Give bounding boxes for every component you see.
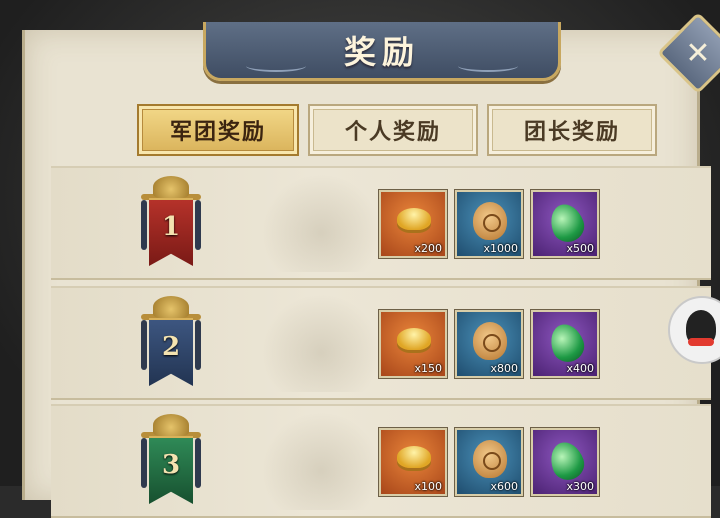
item-count: x400 xyxy=(566,362,594,375)
tab-leader-rewards[interactable]: 团长奖励 xyxy=(487,104,657,156)
tab-legion-rewards[interactable]: 军团奖励 xyxy=(137,104,299,156)
reward-item-gold-ingot[interactable]: x200 xyxy=(379,190,447,258)
banner-tassel xyxy=(141,200,147,250)
rank-banner: 3 xyxy=(139,414,203,510)
coin-bag-icon xyxy=(473,202,507,240)
close-icon: ✕ xyxy=(685,35,711,71)
rank-banner: 1 xyxy=(139,176,203,272)
banner-tassel xyxy=(195,438,201,488)
dragon-crest-icon xyxy=(153,176,189,198)
banner-tassel xyxy=(141,438,147,488)
gold-ingot-icon xyxy=(397,328,431,350)
gold-ingot-icon xyxy=(397,208,431,230)
item-count: x100 xyxy=(414,480,442,493)
rank-number: 3 xyxy=(161,450,181,480)
reward-item-green-gem[interactable]: x500 xyxy=(531,190,599,258)
reward-item-gold-ingot[interactable]: x150 xyxy=(379,310,447,378)
rank-number: 2 xyxy=(161,332,181,362)
rank-number: 1 xyxy=(161,212,181,242)
item-count: x800 xyxy=(490,362,518,375)
reward-panel: 奖励 ✕ 军团奖励 个人奖励 团长奖励 1 x200 x1000 x500 2 … xyxy=(22,11,720,518)
coin-bag-icon xyxy=(473,440,507,478)
item-count: x300 xyxy=(566,480,594,493)
reward-item-green-gem[interactable]: x400 xyxy=(531,310,599,378)
title-ornament-left xyxy=(246,60,306,72)
reward-items: x200 x1000 x500 xyxy=(379,190,599,258)
tab-personal-rewards[interactable]: 个人奖励 xyxy=(308,104,478,156)
banner-tassel xyxy=(195,200,201,250)
item-count: x500 xyxy=(566,242,594,255)
green-gem-icon xyxy=(545,319,589,367)
rank-banner: 2 xyxy=(139,296,203,392)
reward-item-coin-bag[interactable]: x1000 xyxy=(455,190,523,258)
page-title: 奖励 xyxy=(343,33,420,71)
item-count: x150 xyxy=(414,362,442,375)
reward-row-rank-2: 2 x150 x800 x400 xyxy=(51,286,711,400)
background-art xyxy=(261,294,381,392)
banner-tassel xyxy=(141,320,147,370)
gold-ingot-icon xyxy=(397,446,431,468)
item-count: x1000 xyxy=(483,242,518,255)
item-count: x200 xyxy=(414,242,442,255)
background-art xyxy=(261,412,381,510)
green-gem-icon xyxy=(545,437,589,485)
green-gem-icon xyxy=(545,199,589,247)
background-art xyxy=(261,174,381,272)
reward-row-rank-3: 3 x100 x600 x300 xyxy=(51,404,711,518)
tab-bar: 军团奖励 个人奖励 团长奖励 xyxy=(137,104,657,156)
reward-item-coin-bag[interactable]: x800 xyxy=(455,310,523,378)
title-ornament-right xyxy=(458,60,518,72)
reward-row-rank-1: 1 x200 x1000 x500 xyxy=(51,166,711,280)
dragon-crest-icon xyxy=(153,414,189,436)
title-banner: 奖励 xyxy=(203,22,561,81)
coin-bag-icon xyxy=(473,322,507,360)
reward-items: x150 x800 x400 xyxy=(379,310,599,378)
banner-tassel xyxy=(195,320,201,370)
item-count: x600 xyxy=(490,480,518,493)
dragon-crest-icon xyxy=(153,296,189,318)
